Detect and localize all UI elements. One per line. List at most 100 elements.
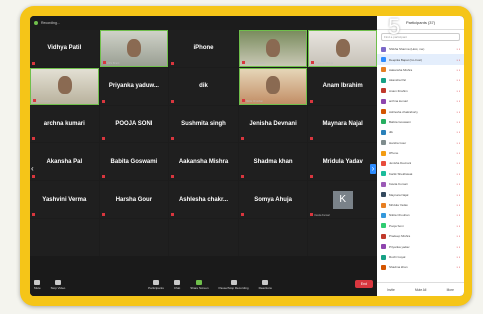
muted-mic-icon (32, 175, 35, 179)
participant-gallery: Vidhya Patil Vidhi Bharti iPhone Kartik She… (30, 30, 377, 256)
participant-tile[interactable]: iPhone (169, 30, 238, 67)
participants-button[interactable]: Participants (148, 280, 164, 290)
participant-list-item[interactable]: Akansha Pal ⌁ ▪ (377, 75, 464, 85)
invite-button[interactable]: Invite (387, 288, 395, 292)
participant-tile[interactable]: Yashvini Verma (30, 181, 99, 219)
mute-button[interactable]: Mute (34, 280, 41, 290)
participant-tile[interactable]: Pradeep Mishra (308, 30, 377, 67)
participant-list-item[interactable]: Maynara Najal ⌁ ▪ (377, 189, 464, 199)
pause-recording-button[interactable]: Pause/Stop Recording (219, 280, 249, 290)
participant-tile[interactable]: Babita Goswami (99, 143, 169, 181)
participant-name: Anam Ibrahim (322, 83, 363, 90)
participant-tile[interactable]: Mridula Yadav (308, 143, 377, 181)
participant-name: Mridula Yadav (322, 158, 363, 165)
participant-tile[interactable] (30, 219, 99, 256)
camera-icon (54, 280, 61, 285)
participant-tile[interactable]: Ashlesha chakr... (169, 181, 238, 219)
participant-tile[interactable]: Anam Ibrahim (308, 67, 377, 105)
participant-tile[interactable]: Nikita Chouhan (238, 67, 308, 105)
muted-mic-icon (171, 61, 175, 65)
participant-tile[interactable]: Aakansha Mishra (169, 143, 238, 181)
participant-list-item[interactable]: Mridula Yadav ⌁ ▪ (377, 200, 464, 210)
participant-list-item[interactable]: Shadma khan ⌁ ▪ (377, 262, 464, 272)
participant-list-item[interactable]: Pradeep Mishra ⌁ ▪ (377, 231, 464, 241)
participants-icon (153, 280, 159, 285)
participant-name: dik (199, 83, 208, 90)
participant-list-item[interactable]: Babita Goswami ⌁ ▪ (377, 117, 464, 127)
participant-list-name: dik (389, 130, 393, 135)
participant-list-item[interactable]: Kartik Shekhawat ⌁ ▪ (377, 169, 464, 179)
participant-list-item[interactable]: Shikha Sharma (Host, me) ⌁ ▪ (377, 44, 464, 54)
participant-tile[interactable]: Shadma khan (238, 143, 308, 181)
participant-tile[interactable]: Somya Ahuja (238, 181, 308, 219)
participant-tile[interactable] (99, 219, 169, 256)
participant-tile[interactable] (238, 219, 308, 256)
next-page-arrow[interactable]: › (370, 164, 376, 174)
prev-page-arrow[interactable]: ‹ (31, 164, 37, 174)
participant-tag: Kartik Shekhawat (245, 61, 266, 65)
participant-avatar (381, 98, 386, 104)
participant-list-name: archna kumari (389, 99, 409, 104)
stop-video-button[interactable]: Stop Video (51, 280, 65, 290)
participant-tile[interactable]: Akansha Pal (30, 143, 99, 181)
participant-tile[interactable]: Vidhi Bharti (99, 30, 169, 67)
participant-list-name: Kavita Kumari (389, 182, 408, 187)
muted-mic-icon (240, 213, 244, 217)
participant-tile[interactable] (308, 219, 377, 256)
participant-tile[interactable]: Vidhya Patil (30, 30, 99, 67)
participant-name: Aakansha Mishra (178, 158, 229, 165)
participant-list-item[interactable]: Pooja Soni ⌁ ▪ (377, 221, 464, 231)
reactions-button[interactable]: Reactions (259, 280, 272, 290)
participant-avatar (381, 264, 386, 270)
chat-button[interactable]: Chat (174, 280, 180, 290)
chat-label: Chat (173, 286, 181, 290)
mute-label: Mute (34, 286, 41, 290)
participant-tile[interactable]: Jenisha Devnani (238, 105, 308, 143)
participant-tile[interactable]: Kartik Shekhawat (238, 30, 308, 67)
more-button[interactable]: More (447, 288, 454, 292)
participant-tile[interactable]: Sushmita singh (169, 105, 238, 143)
participant-list-item[interactable]: Ruchi Goyal ⌁ ▪ (377, 252, 464, 262)
participant-list-item[interactable]: Kavita Kumari ⌁ ▪ (377, 179, 464, 189)
participant-name: iPhone (193, 45, 214, 52)
participant-list-item[interactable]: Harsha Gour ⌁ ▪ (377, 138, 464, 148)
participant-tile[interactable]: dik (169, 67, 238, 105)
participant-tile[interactable]: Maynara Najal (308, 105, 377, 143)
participant-list-item[interactable]: dik ⌁ ▪ (377, 127, 464, 137)
muted-mic-icon (171, 175, 175, 179)
mute-all-button[interactable]: Mute All (415, 288, 426, 292)
participant-avatar (381, 57, 386, 63)
participant-list-item[interactable]: Deepika Bapat (Co-host) ⌁ ▪ (377, 54, 464, 65)
participant-avatar (381, 212, 386, 218)
participant-list-item[interactable]: archna kumari ⌁ ▪ (377, 96, 464, 106)
participant-video-face (266, 38, 281, 57)
participant-tile[interactable]: K Kavita Kumari (308, 181, 377, 219)
participant-tile[interactable]: POOJA SONI (99, 105, 169, 143)
participant-tile[interactable]: Priyanka yaduw... (99, 67, 169, 105)
muted-status-icon: ⌁ ▪ (456, 161, 460, 166)
muted-mic-icon (32, 61, 35, 65)
muted-status-icon: ⌁ ▪ (456, 67, 460, 72)
participant-list-item[interactable]: Nikita Chouhan ⌁ ▪ (377, 210, 464, 220)
participant-list-name: Deepika Bapat (Co-host) (389, 57, 423, 62)
end-meeting-button[interactable]: End (354, 280, 374, 288)
overlay-number: 5 (388, 14, 401, 39)
share-screen-button[interactable]: Share Screen (190, 280, 209, 290)
participant-list-item[interactable]: Aakansha Mishra ⌁ ▪ (377, 65, 464, 75)
participant-list-item[interactable]: Jenisha Devnani ⌁ ▪ (377, 158, 464, 168)
participant-avatar (381, 244, 386, 250)
participant-tile[interactable]: archna kumari (30, 105, 99, 143)
participant-name: Yashvini Verma (42, 196, 87, 203)
participant-tile[interactable] (169, 219, 238, 256)
participant-list-item[interactable]: Ashlesha chakraborty ⌁ ▪ (377, 106, 464, 116)
participant-list-item[interactable]: Anam Ibrahim ⌁ ▪ (377, 86, 464, 96)
participant-list-item[interactable]: Priyanka yadav ⌁ ▪ (377, 241, 464, 251)
participant-list-name: Jenisha Devnani (389, 161, 412, 166)
participant-video-face (127, 38, 142, 57)
muted-mic-icon (101, 175, 105, 179)
participant-name: Priyanka yaduw... (108, 83, 159, 90)
participant-tile[interactable]: Ruchi Goyal (30, 67, 99, 105)
participant-tile[interactable]: Harsha Gour (99, 181, 169, 219)
participant-list-item[interactable]: iPhone ⌁ ▪ (377, 148, 464, 158)
participant-avatar (381, 254, 386, 260)
